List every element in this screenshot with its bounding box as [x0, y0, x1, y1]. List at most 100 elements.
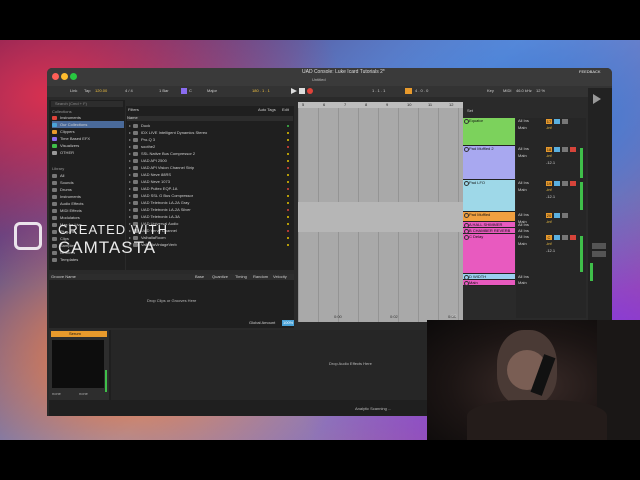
play-icon[interactable]	[291, 88, 297, 94]
volume-value[interactable]: -inf	[546, 126, 552, 130]
track-name[interactable]: Equator	[469, 119, 483, 123]
library-item[interactable]: Instruments	[52, 193, 124, 200]
key-map-button[interactable]: Key	[487, 89, 494, 93]
input-route[interactable]: Main	[518, 281, 527, 285]
loop-length[interactable]: 4 . 0 . 0	[415, 89, 428, 93]
track-number-button[interactable]: C	[546, 235, 552, 240]
link-button[interactable]: Link	[70, 89, 77, 93]
input-route[interactable]: All Ins	[518, 119, 529, 123]
key-select[interactable]: C	[189, 89, 192, 93]
output-route[interactable]: Main	[518, 242, 527, 246]
output-route[interactable]: Main	[518, 154, 527, 158]
plugin-item[interactable]: ▸ Duck	[127, 122, 295, 129]
input-route[interactable]: All Ins	[518, 181, 529, 185]
plugin-item[interactable]: ▸ UAD API Vision Channel Strip	[127, 164, 295, 171]
play-scene-icon[interactable]	[593, 94, 601, 104]
library-item[interactable]: Sounds	[52, 179, 124, 186]
track-header[interactable]: Main	[463, 280, 515, 286]
gain-value[interactable]: -12.1	[546, 249, 555, 253]
search-input[interactable]: Search (Cmd + F)	[51, 101, 123, 107]
output-route[interactable]: Main	[518, 126, 527, 130]
solo-button[interactable]	[554, 147, 560, 152]
input-route[interactable]: All Ins	[518, 229, 529, 233]
track-number-button[interactable]: 20	[546, 213, 552, 218]
collection-item[interactable]: Our Collections	[52, 121, 124, 128]
loop-icon[interactable]	[405, 88, 412, 94]
record-arm-button[interactable]	[570, 235, 576, 240]
edit-button[interactable]: Edit	[282, 108, 289, 112]
scale-select[interactable]: Major	[207, 89, 217, 93]
plugin-item[interactable]: ▸ UAD Teletronix LA-2A Gray	[127, 199, 295, 206]
tap-button[interactable]: Tap	[84, 89, 90, 93]
input-route[interactable]: All Ins	[518, 147, 529, 151]
plugin-item[interactable]: ▸ UAD SSL G Bus Compressor	[127, 192, 295, 199]
minimize-window-button[interactable]	[61, 73, 68, 80]
close-window-button[interactable]	[52, 73, 59, 80]
side-button[interactable]	[592, 243, 606, 249]
track-header[interactable]: Equator	[463, 118, 515, 146]
arm-button[interactable]	[562, 181, 568, 186]
auto-tags-button[interactable]: Auto Tags	[258, 108, 276, 112]
stop-icon[interactable]	[299, 88, 305, 94]
plugin-item[interactable]: ▸ SSL Native Bus Compressor 2	[127, 150, 295, 157]
track-header[interactable]: Pad Muffled 2	[463, 146, 515, 180]
track-header[interactable]: Pad Muffled	[463, 212, 515, 222]
plugin-item[interactable]: ▸ UAD Pultec EQP-1A	[127, 185, 295, 192]
solo-button[interactable]	[554, 181, 560, 186]
arm-button[interactable]	[562, 119, 568, 124]
plugin-item[interactable]: ▸ UAD Neve 1073	[127, 178, 295, 185]
library-item[interactable]: All	[52, 172, 124, 179]
output-route[interactable]: Main	[518, 188, 527, 192]
set-button[interactable]: Set	[467, 109, 473, 113]
volume-value[interactable]: -inf	[546, 188, 552, 192]
solo-button[interactable]	[554, 235, 560, 240]
gain-value[interactable]: -12.1	[546, 195, 555, 199]
collection-item[interactable]: Time Based EFX	[52, 135, 124, 142]
library-item[interactable]: Modulators	[52, 214, 124, 221]
tempo-field[interactable]: 120.00	[95, 89, 107, 93]
arm-button[interactable]	[562, 235, 568, 240]
midi-map-button[interactable]: MIDI	[503, 89, 511, 93]
track-name[interactable]: Main	[469, 281, 478, 285]
arm-button[interactable]	[562, 147, 568, 152]
record-arm-button[interactable]	[570, 181, 576, 186]
volume-value[interactable]: -inf	[546, 220, 552, 224]
plugin-item[interactable]: ▸ IDX LIVE Intelligent Dynamics Stereo	[127, 129, 295, 136]
collection-item[interactable]: Clippers	[52, 128, 124, 135]
track-name[interactable]: C Delay	[469, 235, 483, 239]
input-route[interactable]: All Ins	[518, 275, 529, 279]
plugin-item[interactable]: ▸ soothe2	[127, 143, 295, 150]
scale-mode-icon[interactable]	[181, 88, 187, 94]
track-header[interactable]: Pad LFO	[463, 180, 515, 212]
side-button[interactable]	[592, 251, 606, 257]
library-item[interactable]: MIDI Effects	[52, 207, 124, 214]
volume-value[interactable]: -inf	[546, 154, 552, 158]
quantize-select[interactable]: 1 Bar	[159, 89, 169, 93]
input-route[interactable]: All Ins	[518, 235, 529, 239]
track-number-button[interactable]: 19	[546, 181, 552, 186]
zoom-window-button[interactable]	[70, 73, 77, 80]
plugin-item[interactable]: ▸ UAD Teletronix LA-3A	[127, 213, 295, 220]
arm-button[interactable]	[562, 213, 568, 218]
input-route[interactable]: All Ins	[518, 223, 529, 227]
track-name[interactable]: Pad Muffled	[469, 213, 490, 217]
plugin-item[interactable]: ▸ Pro-Q 3	[127, 136, 295, 143]
input-route[interactable]: All Ins	[518, 213, 529, 217]
filters-toggle[interactable]: Filters	[128, 108, 139, 112]
feedback-link[interactable]: FEEDBACK	[579, 70, 601, 74]
serum-device[interactable]: Serum none none	[49, 330, 109, 400]
plugin-item[interactable]: ▸ UAD Neve 88RS	[127, 171, 295, 178]
gain-value[interactable]: -12.1	[546, 161, 555, 165]
loop-start[interactable]: 1 . 1 . 1	[372, 89, 385, 93]
collection-item[interactable]: Visualizers	[52, 142, 124, 149]
track-header[interactable]: C Delay	[463, 234, 515, 274]
solo-button[interactable]	[554, 213, 560, 218]
record-arm-button[interactable]	[570, 147, 576, 152]
track-name[interactable]: A HALL SHIMMER	[469, 223, 502, 227]
track-number-button[interactable]: 18	[546, 147, 552, 152]
track-name[interactable]: D WIDTH	[469, 275, 486, 279]
volume-value[interactable]: -inf	[546, 242, 552, 246]
library-item[interactable]: Audio Effects	[52, 200, 124, 207]
collection-item[interactable]: OTHER	[52, 149, 124, 156]
track-name[interactable]: Pad LFO	[469, 181, 485, 185]
